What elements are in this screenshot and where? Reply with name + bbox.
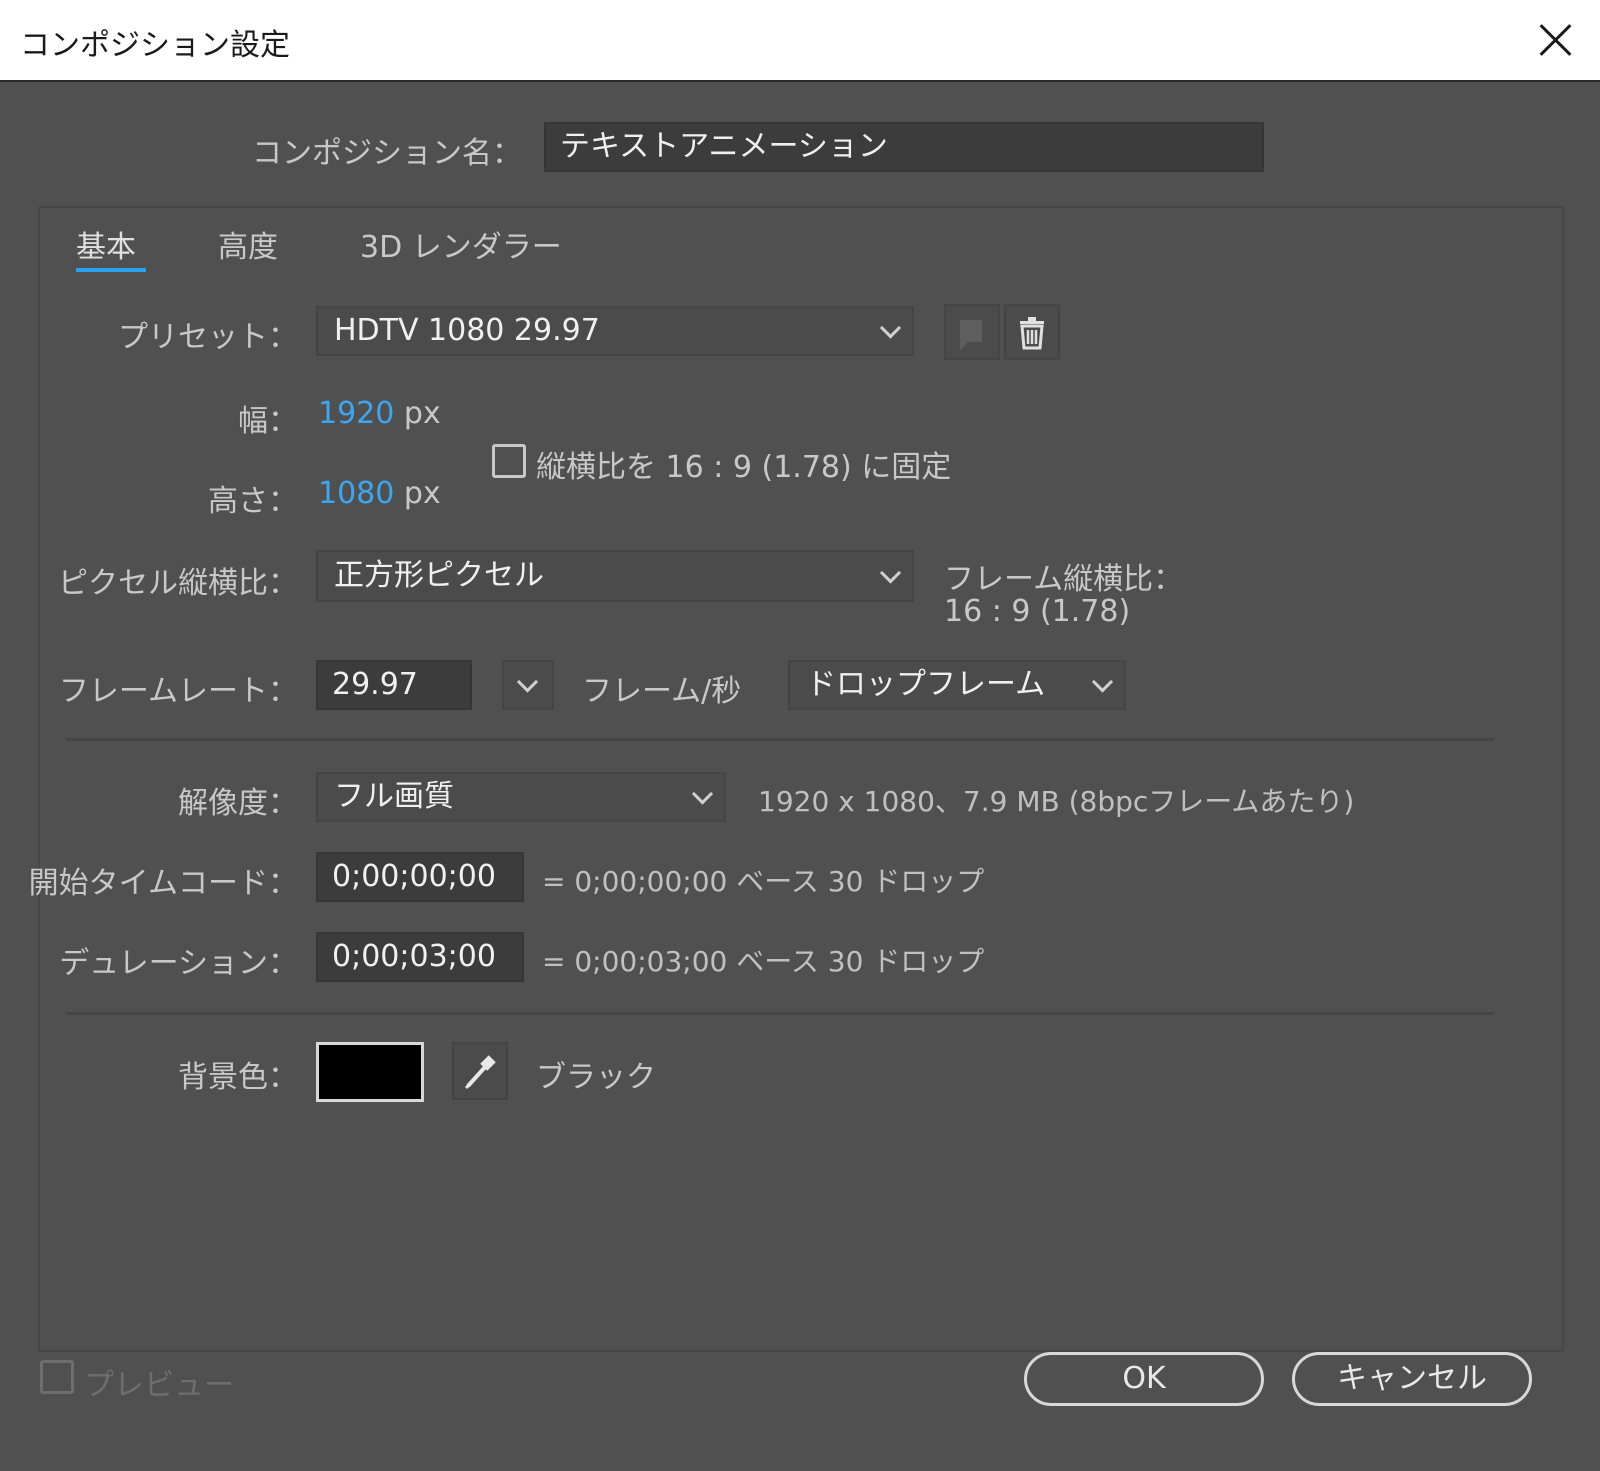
start-timecode-input[interactable]: 0;00;00;00 [316, 852, 524, 902]
preset-label: プリセット： [118, 320, 298, 355]
save-preset-button[interactable] [944, 304, 1000, 360]
tab-basic[interactable]: 基本 [76, 222, 136, 266]
start-timecode-info: = 0;00;00;00 ベース 30 ドロップ [542, 865, 985, 898]
width-value[interactable]: 1920 [318, 396, 394, 431]
frame-rate-label: フレームレート： [58, 674, 298, 709]
chevron-down-icon [879, 317, 902, 339]
comp-name-input[interactable]: テキストアニメーション [544, 122, 1264, 172]
comp-name-label: コンポジション名： [252, 136, 522, 171]
chevron-down-icon [1091, 671, 1114, 693]
tab-active-indicator [76, 268, 146, 272]
frame-rate-unit: フレーム/秒 [582, 674, 742, 709]
drop-frame-select[interactable]: ドロップフレーム [788, 660, 1126, 710]
duration-label: デュレーション： [59, 946, 298, 981]
duration-info: = 0;00;03;00 ベース 30 ドロップ [542, 945, 985, 978]
tab-3d-renderer[interactable]: 3D レンダラー [360, 222, 562, 266]
resolution-info: 1920 x 1080、7.9 MB (8bpcフレームあたり) [758, 785, 1355, 818]
window-title: コンポジション設定 [20, 28, 290, 63]
chevron-down-icon [691, 783, 714, 805]
preset-select[interactable]: HDTV 1080 29.97 [316, 306, 914, 356]
divider [66, 738, 1494, 741]
start-timecode-label: 開始タイムコード： [28, 866, 298, 901]
frame-aspect-label: フレーム縦横比： [944, 562, 1184, 597]
trash-icon [1020, 317, 1044, 350]
close-icon[interactable] [1534, 18, 1578, 62]
height-field: 1080 px [318, 476, 441, 511]
lock-aspect-checkbox[interactable] [492, 444, 526, 478]
save-preset-icon [960, 320, 982, 350]
eyedropper-icon [464, 1055, 496, 1090]
frame-aspect-value: 16 : 9 (1.78) [944, 594, 1131, 629]
drop-frame-value: ドロップフレーム [806, 667, 1046, 702]
height-value[interactable]: 1080 [318, 476, 394, 511]
resolution-select[interactable]: フル画質 [316, 772, 726, 822]
title-bar: コンポジション設定 [0, 0, 1600, 82]
frame-rate-input[interactable]: 29.97 [316, 660, 472, 710]
delete-preset-button[interactable] [1004, 304, 1060, 360]
preview-label: プレビュー [84, 1368, 234, 1403]
tab-advanced[interactable]: 高度 [218, 222, 278, 266]
duration-input[interactable]: 0;00;03;00 [316, 932, 524, 982]
ok-button[interactable]: OK [1024, 1352, 1264, 1406]
width-unit: px [403, 396, 441, 431]
chevron-down-icon [879, 562, 902, 584]
pixel-aspect-value: 正方形ピクセル [334, 558, 544, 593]
chevron-down-icon [516, 671, 539, 693]
height-label: 高さ： [208, 484, 298, 519]
width-label: 幅： [238, 404, 298, 439]
resolution-label: 解像度： [178, 786, 298, 821]
height-unit: px [403, 476, 441, 511]
pixel-aspect-select[interactable]: 正方形ピクセル [316, 550, 914, 602]
background-color-name: ブラック [536, 1060, 656, 1095]
divider [66, 1012, 1494, 1015]
background-color-swatch[interactable] [316, 1042, 424, 1102]
pixel-aspect-label: ピクセル縦横比： [58, 566, 298, 601]
frame-rate-dropdown[interactable] [502, 660, 554, 710]
eyedropper-button[interactable] [452, 1042, 508, 1100]
background-color-label: 背景色： [178, 1060, 298, 1095]
cancel-button[interactable]: キャンセル [1292, 1352, 1532, 1406]
preview-checkbox[interactable] [40, 1360, 74, 1394]
resolution-value: フル画質 [334, 779, 454, 814]
preset-value: HDTV 1080 29.97 [334, 313, 600, 348]
width-field: 1920 px [318, 396, 441, 431]
lock-aspect-label: 縦横比を 16 : 9 (1.78) に固定 [536, 450, 952, 485]
